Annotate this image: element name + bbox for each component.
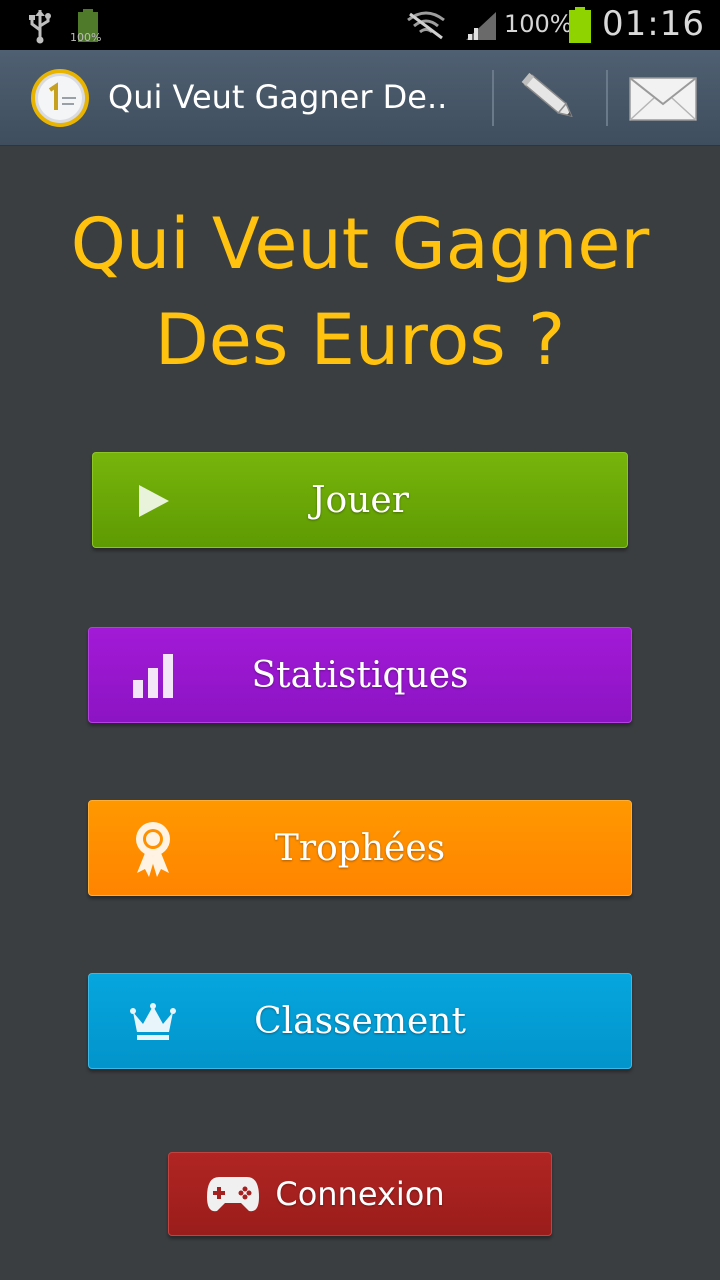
wifi-off-icon <box>407 11 445 40</box>
app-title: Qui Veut Gagner De.. <box>108 78 448 116</box>
login-button-label: Connexion <box>275 1175 445 1213</box>
play-button-label: Jouer <box>311 479 409 521</box>
ranking-button[interactable]: Classement <box>88 973 632 1069</box>
envelope-icon[interactable] <box>620 64 708 132</box>
headline-line-2: Des Euros ? <box>154 299 566 381</box>
pencil-icon[interactable] <box>510 64 590 132</box>
battery-icon <box>569 7 591 43</box>
ranking-button-label: Classement <box>254 1000 466 1042</box>
action-divider <box>492 70 494 126</box>
usb-icon <box>29 10 51 44</box>
status-bar: 100% 100% 01:16 <box>0 0 720 50</box>
trophies-button-label: Trophées <box>274 827 446 869</box>
signal-icon <box>466 12 496 40</box>
statistics-button-label: Statistiques <box>251 654 469 696</box>
action-divider <box>606 70 608 126</box>
trophies-button[interactable]: Trophées <box>88 800 632 896</box>
play-button[interactable]: Jouer <box>92 452 628 548</box>
page-headline: Qui Veut Gagner Des Euros ? <box>0 196 720 388</box>
mini-battery-label: 100% <box>70 31 102 44</box>
statistics-button[interactable]: Statistiques <box>88 627 632 723</box>
clock: 01:16 <box>602 4 705 44</box>
action-bar: Qui Veut Gagner De.. <box>0 50 720 146</box>
euro-coin-icon[interactable] <box>30 68 90 128</box>
battery-percent: 100% <box>504 10 573 38</box>
headline-line-1: Qui Veut Gagner <box>70 203 650 285</box>
login-button[interactable]: Connexion <box>168 1152 552 1236</box>
